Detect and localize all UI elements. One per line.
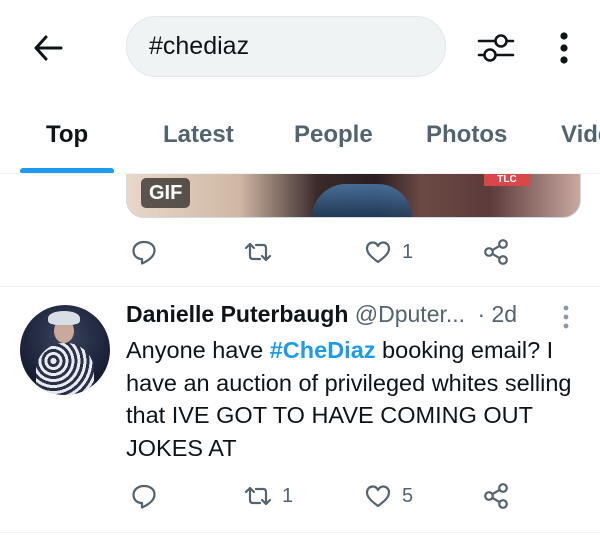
arrow-left-icon — [34, 35, 63, 61]
hashtag-link[interactable]: #CheDiaz — [270, 337, 376, 363]
like-count: 5 — [402, 484, 414, 507]
sliders-icon — [477, 34, 515, 62]
tab-top[interactable]: Top — [46, 121, 88, 149]
share-button[interactable] — [482, 232, 510, 272]
vertical-dots-icon — [563, 305, 569, 329]
tweet-actions: 1 5 — [126, 476, 546, 516]
share-icon — [484, 239, 508, 265]
retweet-icon — [244, 486, 272, 506]
search-tabs: Top Latest People Photos Videos — [0, 104, 600, 174]
search-filter-button[interactable] — [474, 28, 518, 68]
reply-icon — [132, 240, 156, 265]
reply-button[interactable] — [130, 232, 168, 272]
active-tab-indicator — [20, 168, 114, 173]
reply-button[interactable] — [130, 476, 168, 516]
tweet-text-start: Anyone have — [126, 337, 270, 363]
retweet-count: 1 — [282, 484, 294, 507]
avatar[interactable] — [20, 305, 110, 395]
tweet-timestamp[interactable]: 2d — [492, 301, 518, 327]
tab-videos[interactable]: Videos — [561, 121, 600, 149]
tab-people[interactable]: People — [294, 121, 373, 149]
retweet-button[interactable] — [244, 232, 282, 272]
author-name[interactable]: Danielle Puterbaugh — [126, 301, 348, 327]
retweet-button[interactable]: 1 — [244, 476, 293, 516]
tab-photos[interactable]: Photos — [426, 121, 507, 149]
time-separator: · — [477, 301, 486, 327]
vertical-dots-icon — [560, 32, 568, 64]
back-button[interactable] — [28, 30, 68, 66]
tlc-logo: TLC — [484, 174, 530, 186]
tweet-header: Danielle Puterbaugh @Dputer... · 2d — [126, 301, 581, 333]
heart-icon — [365, 241, 391, 264]
tweet-text: Anyone have #CheDiaz booking email? I ha… — [126, 334, 581, 464]
like-button[interactable]: 5 — [364, 476, 413, 516]
tweet-divider — [0, 286, 600, 287]
gif-badge: GIF — [141, 178, 191, 208]
share-button[interactable] — [482, 476, 510, 516]
author-handle[interactable]: @Dputer... — [355, 301, 465, 327]
tab-latest[interactable]: Latest — [163, 121, 234, 149]
share-icon — [484, 483, 508, 509]
tweet-actions: 1 — [126, 232, 546, 272]
heart-icon — [365, 485, 391, 508]
more-options-button[interactable] — [548, 26, 580, 70]
retweet-icon — [244, 242, 272, 262]
search-input[interactable] — [149, 32, 429, 61]
like-button[interactable]: 1 — [364, 232, 413, 272]
tweet-more-button[interactable] — [558, 304, 574, 330]
gif-figure — [312, 184, 412, 217]
search-bar[interactable] — [126, 16, 446, 77]
reply-icon — [132, 484, 156, 509]
top-bar — [0, 0, 600, 100]
like-count: 1 — [402, 240, 414, 263]
tweet-divider — [0, 532, 600, 533]
tweet-media[interactable]: TLC GIF — [126, 174, 581, 218]
